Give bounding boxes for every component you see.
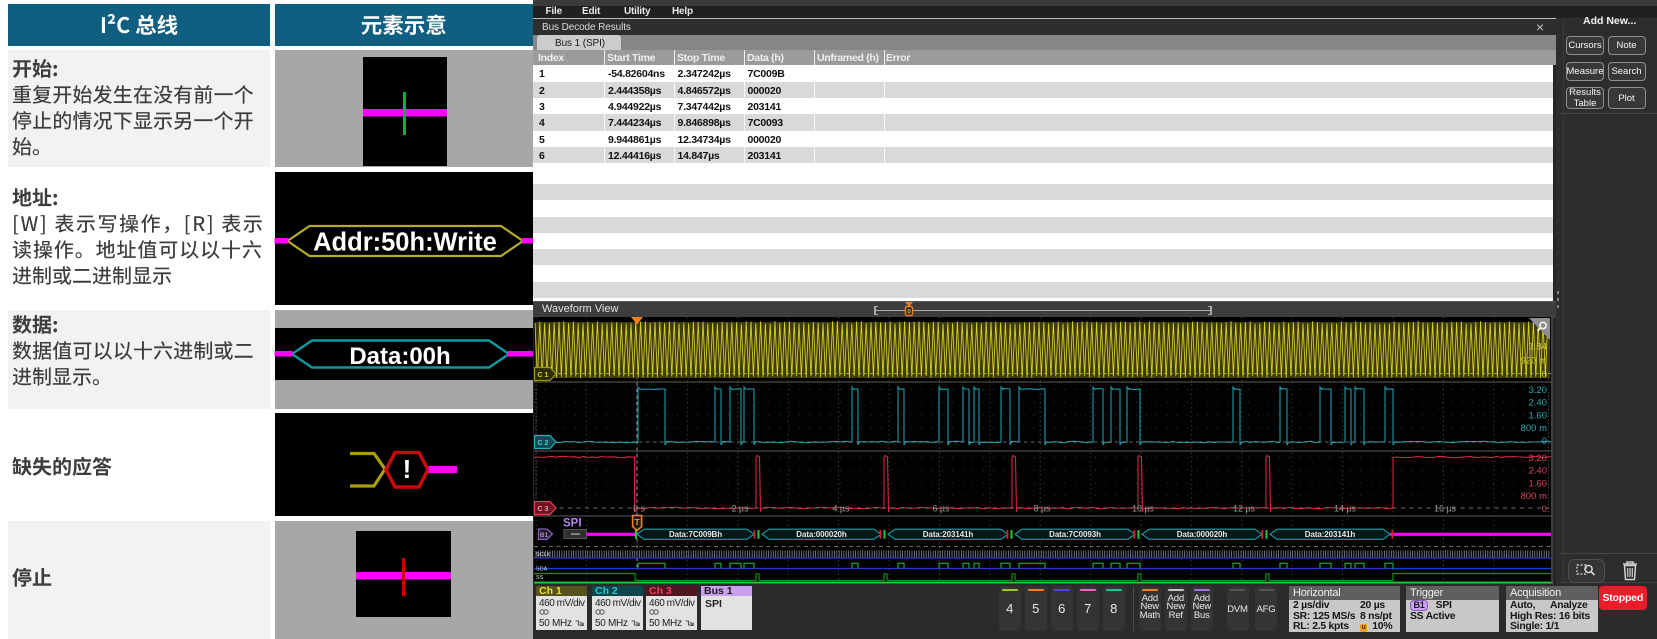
svg-text:1.84: 1.84 xyxy=(1529,342,1548,353)
svg-text:SDA: SDA xyxy=(536,567,548,573)
svg-text:2.40: 2.40 xyxy=(1529,466,1548,477)
svg-text:6 µs: 6 µs xyxy=(933,504,950,514)
svg-text:0: 0 xyxy=(907,309,911,316)
svg-text:10 µs: 10 µs xyxy=(1132,504,1154,514)
svg-text:0: 0 xyxy=(1542,436,1547,447)
svg-text:Data:00h: Data:00h xyxy=(349,343,450,370)
svg-text:Data:000020h: Data:000020h xyxy=(796,530,847,539)
svg-text:Data:7C0093h: Data:7C0093h xyxy=(1049,530,1101,539)
svg-text:Addr:50h:Write: Addr:50h:Write xyxy=(313,229,497,257)
svg-text:1.60: 1.60 xyxy=(1529,410,1548,421)
svg-text:Data:203141h: Data:203141h xyxy=(1305,530,1356,539)
svg-text:800 m: 800 m xyxy=(1521,491,1547,502)
svg-text:1.60: 1.60 xyxy=(1529,478,1548,489)
svg-text:!: ! xyxy=(403,454,412,484)
svg-text:C 3: C 3 xyxy=(538,506,549,513)
svg-text:0: 0 xyxy=(1542,504,1547,515)
svg-text:0 s: 0 s xyxy=(633,504,645,514)
svg-text:14 µs: 14 µs xyxy=(1334,504,1356,514)
svg-text:2 µs: 2 µs xyxy=(732,504,749,514)
svg-text:800 m: 800 m xyxy=(1521,423,1547,434)
svg-text:B1: B1 xyxy=(540,532,549,539)
svg-text:3.20: 3.20 xyxy=(1529,453,1548,464)
svg-text:Data:203141h: Data:203141h xyxy=(923,530,974,539)
svg-text:12 µs: 12 µs xyxy=(1233,504,1255,514)
svg-text:C 2: C 2 xyxy=(538,440,549,447)
svg-text:SPI: SPI xyxy=(563,518,582,530)
svg-text:3.20: 3.20 xyxy=(1529,385,1548,396)
svg-text:8 µs: 8 µs xyxy=(1034,504,1051,514)
svg-text:SCLK: SCLK xyxy=(536,552,551,558)
svg-text:SS: SS xyxy=(536,575,544,581)
svg-text:16 µs: 16 µs xyxy=(1434,504,1456,514)
svg-text:Data:000020h: Data:000020h xyxy=(1177,530,1228,539)
svg-text:Data:7C009Bh: Data:7C009Bh xyxy=(669,530,722,539)
svg-text:920 m: 920 m xyxy=(1521,356,1547,367)
svg-text:4 µs: 4 µs xyxy=(833,504,850,514)
svg-text:2.40: 2.40 xyxy=(1529,398,1548,409)
svg-text:C 1: C 1 xyxy=(538,372,549,379)
svg-text:T: T xyxy=(634,517,640,527)
svg-text:0: 0 xyxy=(1542,370,1547,381)
